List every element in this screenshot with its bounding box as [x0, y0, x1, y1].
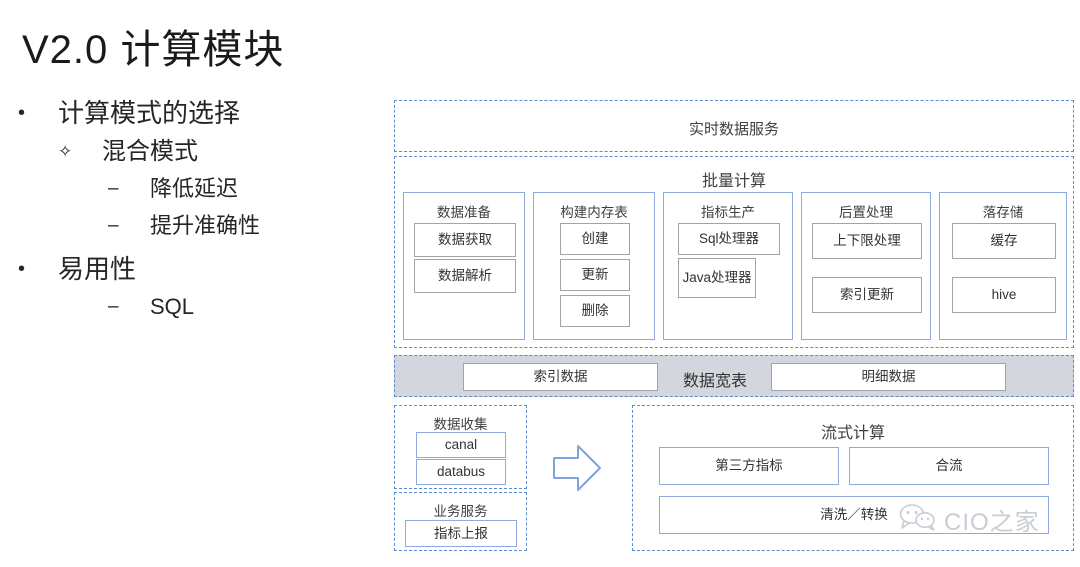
stream-cell: 第三方指标 — [659, 447, 839, 485]
stream-cell: 合流 — [849, 447, 1049, 485]
detail-data-label: 明细数据 — [861, 369, 916, 385]
business-service-title: 业务服务 — [433, 504, 488, 519]
list-item: – 降低延迟 — [10, 175, 380, 203]
collection-cell-label: canal — [444, 437, 478, 453]
batch-cell-label: 更新 — [581, 267, 609, 283]
collection-cell: canal — [416, 432, 506, 458]
batch-cell-label: 删除 — [581, 303, 609, 319]
list-item-label: 易用性 — [58, 254, 137, 284]
batch-computing-title: 批量计算 — [701, 173, 766, 190]
column-title: 落存储 — [982, 205, 1024, 220]
index-data-box: 索引数据 — [463, 363, 658, 391]
batch-cell: Sql处理器 — [678, 223, 780, 255]
business-service-section: 业务服务 指标上报 — [394, 492, 527, 551]
list-item: ✧ 混合模式 — [10, 137, 380, 167]
bullet-marker-icon: • — [18, 102, 26, 124]
list-item-label: 降低延迟 — [150, 176, 239, 201]
business-cell: 指标上报 — [405, 520, 517, 547]
list-item-label: 提升准确性 — [150, 213, 261, 238]
column-title: 数据准备 — [437, 205, 491, 220]
batch-cell-label: 上下限处理 — [833, 233, 901, 249]
architecture-diagram: 实时数据服务 批量计算 数据准备 数据获取 数据解析 构建内存表 创建 更新 删… — [394, 100, 1074, 556]
batch-cell-label: Sql处理器 — [698, 231, 759, 247]
batch-column-data-prep: 数据准备 数据获取 数据解析 — [403, 192, 525, 340]
diamond-bullet-icon: ✧ — [58, 142, 73, 161]
dash-bullet-icon: – — [108, 178, 119, 199]
list-item-label: 混合模式 — [102, 138, 198, 165]
stream-cell-label: 第三方指标 — [715, 458, 783, 474]
stream-cell-label: 清洗／转换 — [820, 507, 888, 523]
batch-cell: 数据解析 — [414, 259, 516, 293]
business-cell-label: 指标上报 — [434, 525, 488, 541]
batch-cell-label: 索引更新 — [840, 287, 894, 303]
dash-bullet-icon: – — [108, 296, 119, 317]
batch-cell: 更新 — [560, 259, 630, 291]
batch-cell-label: 创建 — [581, 231, 609, 247]
batch-cell-label: Java处理器 — [682, 270, 752, 286]
batch-cell-label: hive — [991, 287, 1017, 303]
batch-cell: 创建 — [560, 223, 630, 255]
list-item: • 计算模式的选择 — [10, 98, 380, 128]
column-title: 构建内存表 — [560, 205, 628, 220]
wide-table-title: 数据宽表 — [682, 373, 747, 390]
batch-computing-section: 批量计算 数据准备 数据获取 数据解析 构建内存表 创建 更新 删除 指标生产 … — [394, 156, 1074, 348]
list-item: • 易用性 — [10, 254, 380, 284]
stream-cell-wide: 清洗／转换 — [659, 496, 1049, 534]
list-item-label: 计算模式的选择 — [58, 98, 241, 128]
realtime-service-section: 实时数据服务 — [394, 100, 1074, 152]
batch-column-storage: 落存储 缓存 hive — [939, 192, 1067, 340]
realtime-service-title: 实时数据服务 — [688, 121, 779, 138]
stream-computing-title: 流式计算 — [820, 425, 885, 442]
batch-cell-label: 数据获取 — [438, 232, 492, 248]
batch-column-metric-production: 指标生产 Sql处理器 Java处理器 — [663, 192, 793, 340]
data-collection-section: 数据收集 canal databus — [394, 405, 527, 489]
batch-cell: 缓存 — [952, 223, 1056, 259]
batch-cell: 删除 — [560, 295, 630, 327]
wide-table-band: 索引数据 数据宽表 明细数据 — [394, 355, 1074, 397]
collection-cell-label: databus — [436, 464, 486, 480]
outline-list: • 计算模式的选择 ✧ 混合模式 – 降低延迟 – 提升准确性 • 易用性 – … — [10, 98, 380, 330]
dash-bullet-icon: – — [108, 215, 119, 236]
batch-cell-label: 数据解析 — [438, 268, 492, 284]
column-title: 后置处理 — [839, 205, 893, 220]
batch-column-post-processing: 后置处理 上下限处理 索引更新 — [801, 192, 931, 340]
list-item: – SQL — [10, 293, 380, 321]
batch-cell: hive — [952, 277, 1056, 313]
column-title: 指标生产 — [701, 205, 755, 220]
list-item-label: SQL — [150, 294, 195, 319]
batch-cell: 数据获取 — [414, 223, 516, 257]
collection-cell: databus — [416, 459, 506, 485]
list-item: – 提升准确性 — [10, 212, 380, 240]
right-arrow-icon — [546, 440, 608, 496]
batch-cell: 上下限处理 — [812, 223, 922, 259]
bullet-marker-icon: • — [18, 258, 26, 280]
batch-cell: 索引更新 — [812, 277, 922, 313]
batch-cell-label: 缓存 — [990, 233, 1018, 249]
stream-computing-section: 流式计算 第三方指标 合流 清洗／转换 — [632, 405, 1074, 551]
batch-cell: Java处理器 — [678, 258, 756, 298]
data-collection-title: 数据收集 — [433, 417, 488, 432]
batch-column-build-memtable: 构建内存表 创建 更新 删除 — [533, 192, 655, 340]
index-data-label: 索引数据 — [533, 369, 588, 385]
stream-cell-label: 合流 — [935, 458, 963, 474]
detail-data-box: 明细数据 — [771, 363, 1006, 391]
page-title: V2.0 计算模块 — [22, 28, 285, 72]
